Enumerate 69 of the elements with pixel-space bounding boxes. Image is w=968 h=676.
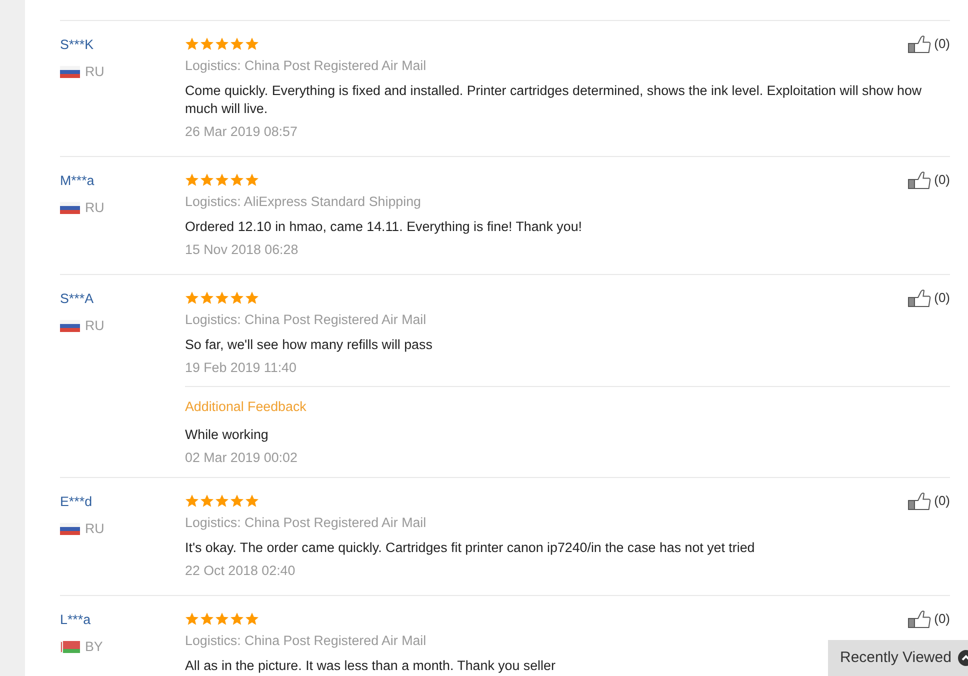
- username-link[interactable]: M***a: [60, 172, 94, 190]
- russia-flag-icon: [60, 320, 80, 332]
- star-icon: [200, 37, 214, 51]
- country-code: RU: [85, 63, 104, 82]
- additional-feedback-title: Additional Feedback: [185, 398, 306, 416]
- star-icon: [245, 612, 259, 626]
- logistics-text: Logistics: China Post Registered Air Mail: [185, 311, 426, 329]
- star-icon: [230, 37, 244, 51]
- like-button[interactable]: (0): [908, 492, 950, 510]
- logistics-text: Logistics: China Post Registered Air Mail: [185, 632, 426, 650]
- like-button[interactable]: (0): [908, 610, 950, 628]
- country-code: BY: [85, 638, 103, 656]
- username-link[interactable]: L***a: [60, 611, 91, 629]
- star-icon: [215, 612, 229, 626]
- like-button[interactable]: (0): [908, 35, 950, 53]
- star-icon: [245, 494, 259, 508]
- review-date: 19 Feb 2019 11:40: [185, 359, 296, 377]
- chevron-up-icon: [958, 650, 968, 666]
- star-icon: [200, 173, 214, 187]
- username-link[interactable]: S***A: [60, 290, 94, 308]
- logistics-text: Logistics: China Post Registered Air Mail: [185, 57, 426, 75]
- star-icon: [230, 494, 244, 508]
- russia-flag-icon: [60, 66, 80, 78]
- star-icon: [215, 173, 229, 187]
- star-icon: [230, 173, 244, 187]
- belarus-flag-icon: [60, 641, 80, 654]
- star-icon: [185, 494, 199, 508]
- star-icon: [200, 612, 214, 626]
- thumbs-up-icon: [908, 35, 932, 53]
- logistics-text: Logistics: China Post Registered Air Mail: [185, 514, 426, 532]
- additional-feedback-date: 02 Mar 2019 00:02: [185, 449, 298, 467]
- review-text: So far, we'll see how many refills will pass: [185, 336, 432, 354]
- review-date: 26 Mar 2019 08:57: [185, 123, 298, 141]
- star-icon: [245, 291, 259, 305]
- review-text: All as in the picture. It was less than a month. Thank you seller: [185, 657, 556, 675]
- russia-flag-icon: [60, 202, 80, 214]
- russia-flag-icon: [60, 523, 80, 536]
- star-icon: [215, 291, 229, 305]
- review-text: Ordered 12.10 in hmao, came 14.11. Everything is fine! Thank you!: [185, 218, 582, 236]
- review-date: 22 Oct 2018 02:40: [185, 562, 296, 580]
- country-code: RU: [85, 317, 104, 336]
- additional-feedback-text: While working: [185, 426, 268, 444]
- star-icon: [200, 494, 214, 508]
- username-link[interactable]: S***K: [60, 36, 94, 54]
- thumbs-up-icon: [908, 171, 932, 189]
- star-icon: [215, 37, 229, 51]
- star-icon: [245, 173, 259, 187]
- star-icon: [185, 291, 199, 305]
- like-button[interactable]: (0): [908, 171, 950, 189]
- country-code: RU: [85, 199, 104, 218]
- review-text: It's okay. The order came quickly. Cartridges fit printer canon ip7240/in the case has not yet tried: [185, 539, 755, 557]
- review-text: Come quickly. Everything is fixed and installed. Printer cartridges determined, shows the ink level. Exploitation will show how much will live.: [185, 82, 923, 118]
- thumbs-up-icon: [908, 492, 932, 510]
- star-icon: [200, 291, 214, 305]
- recently-viewed-button[interactable]: Recently Viewed: [828, 640, 968, 676]
- star-icon: [185, 612, 199, 626]
- review-date: 15 Nov 2018 06:28: [185, 241, 298, 259]
- star-icon: [230, 612, 244, 626]
- star-icon: [245, 37, 259, 51]
- username-link[interactable]: E***d: [60, 493, 92, 511]
- like-button[interactable]: (0): [908, 289, 950, 307]
- thumbs-up-icon: [908, 289, 932, 307]
- star-icon: [185, 173, 199, 187]
- country-code: RU: [85, 520, 104, 538]
- logistics-text: Logistics: AliExpress Standard Shipping: [185, 193, 421, 211]
- thumbs-up-icon: [908, 610, 932, 628]
- star-icon: [215, 494, 229, 508]
- star-icon: [230, 291, 244, 305]
- star-icon: [185, 37, 199, 51]
